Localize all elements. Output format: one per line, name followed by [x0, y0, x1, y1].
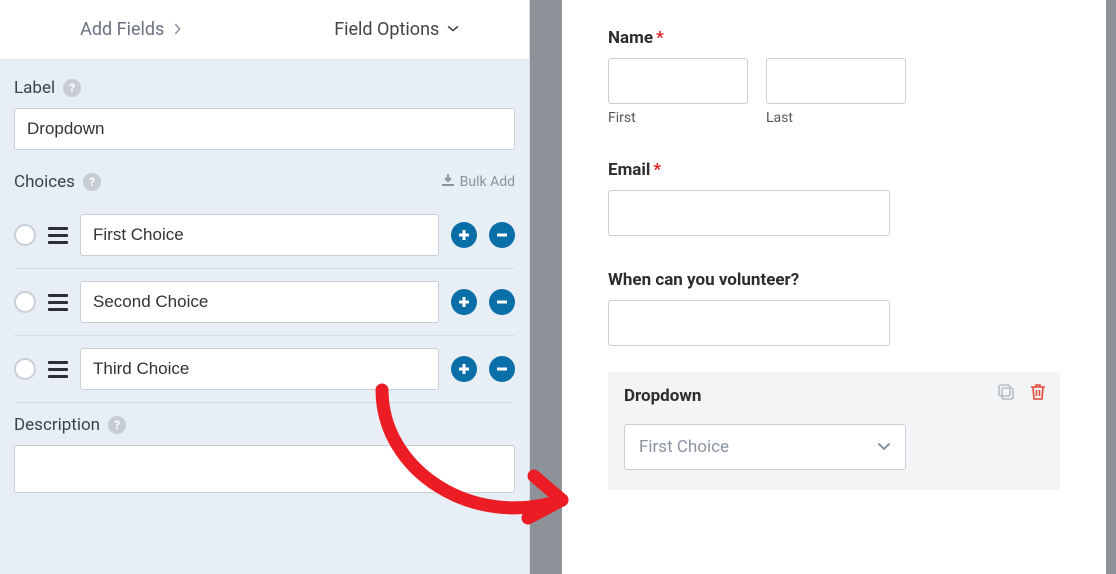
- drag-handle-icon[interactable]: [48, 294, 68, 311]
- choices-title: Choices: [14, 172, 75, 192]
- default-radio[interactable]: [14, 291, 36, 313]
- remove-choice-button[interactable]: [489, 356, 515, 382]
- options-panel: Label ? Choices ? Bulk Add: [0, 60, 529, 493]
- help-icon[interactable]: ?: [83, 173, 101, 191]
- bulk-add-label: Bulk Add: [460, 174, 515, 190]
- choices-heading-row: Choices ? Bulk Add: [14, 172, 515, 192]
- first-name-input[interactable]: [608, 58, 748, 104]
- drag-handle-icon[interactable]: [48, 227, 68, 244]
- choice-row: [14, 202, 515, 269]
- help-icon[interactable]: ?: [63, 79, 81, 97]
- default-radio[interactable]: [14, 358, 36, 380]
- add-choice-button[interactable]: [451, 356, 477, 382]
- choice-input[interactable]: [80, 214, 439, 256]
- volunteer-input[interactable]: [608, 300, 890, 346]
- remove-choice-button[interactable]: [489, 289, 515, 315]
- chevron-down-icon: [447, 19, 459, 40]
- chevron-down-icon: [877, 437, 891, 457]
- add-choice-button[interactable]: [451, 222, 477, 248]
- first-sublabel: First: [608, 110, 748, 126]
- tab-field-options[interactable]: Field Options: [265, 0, 530, 60]
- tab-label: Field Options: [334, 19, 439, 40]
- choice-input[interactable]: [80, 348, 439, 390]
- description-title: Description: [14, 415, 100, 435]
- last-sublabel: Last: [766, 110, 906, 126]
- required-asterisk: *: [656, 28, 664, 48]
- field-label: Email*: [608, 160, 1060, 180]
- trash-icon[interactable]: [1028, 382, 1048, 406]
- email-input[interactable]: [608, 190, 890, 236]
- field-label: Dropdown: [624, 386, 1044, 406]
- field-label: Name*: [608, 28, 1060, 48]
- bulk-add-link[interactable]: Bulk Add: [442, 174, 515, 190]
- name-field[interactable]: Name* First Last: [608, 28, 1060, 126]
- label-input[interactable]: [14, 108, 515, 150]
- remove-choice-button[interactable]: [489, 222, 515, 248]
- default-radio[interactable]: [14, 224, 36, 246]
- drag-handle-icon[interactable]: [48, 361, 68, 378]
- field-label: When can you volunteer?: [608, 270, 1060, 290]
- divider-column: [530, 0, 562, 574]
- last-name-input[interactable]: [766, 58, 906, 104]
- duplicate-icon[interactable]: [996, 382, 1016, 406]
- sidebar-tabs: Add Fields Field Options: [0, 0, 529, 60]
- required-asterisk: *: [653, 160, 661, 180]
- choice-input[interactable]: [80, 281, 439, 323]
- description-textarea[interactable]: [14, 445, 515, 493]
- volunteer-field[interactable]: When can you volunteer?: [608, 270, 1060, 346]
- chevron-right-icon: [172, 19, 184, 40]
- download-icon: [442, 174, 454, 190]
- dropdown-select[interactable]: First Choice: [624, 424, 906, 470]
- selected-dropdown-field[interactable]: Dropdown First Choice: [608, 372, 1060, 490]
- label-heading: Label ?: [14, 78, 515, 98]
- description-heading: Description ?: [14, 415, 515, 435]
- email-field[interactable]: Email*: [608, 160, 1060, 236]
- tab-add-fields[interactable]: Add Fields: [0, 0, 265, 60]
- select-value: First Choice: [639, 437, 729, 457]
- tab-label: Add Fields: [80, 19, 164, 40]
- form-preview: Name* First Last Email* When can you vol…: [562, 0, 1116, 574]
- label-title: Label: [14, 78, 55, 98]
- choice-row: [14, 269, 515, 336]
- add-choice-button[interactable]: [451, 289, 477, 315]
- help-icon[interactable]: ?: [108, 416, 126, 434]
- choice-row: [14, 336, 515, 403]
- builder-sidebar: Add Fields Field Options Label ?: [0, 0, 530, 574]
